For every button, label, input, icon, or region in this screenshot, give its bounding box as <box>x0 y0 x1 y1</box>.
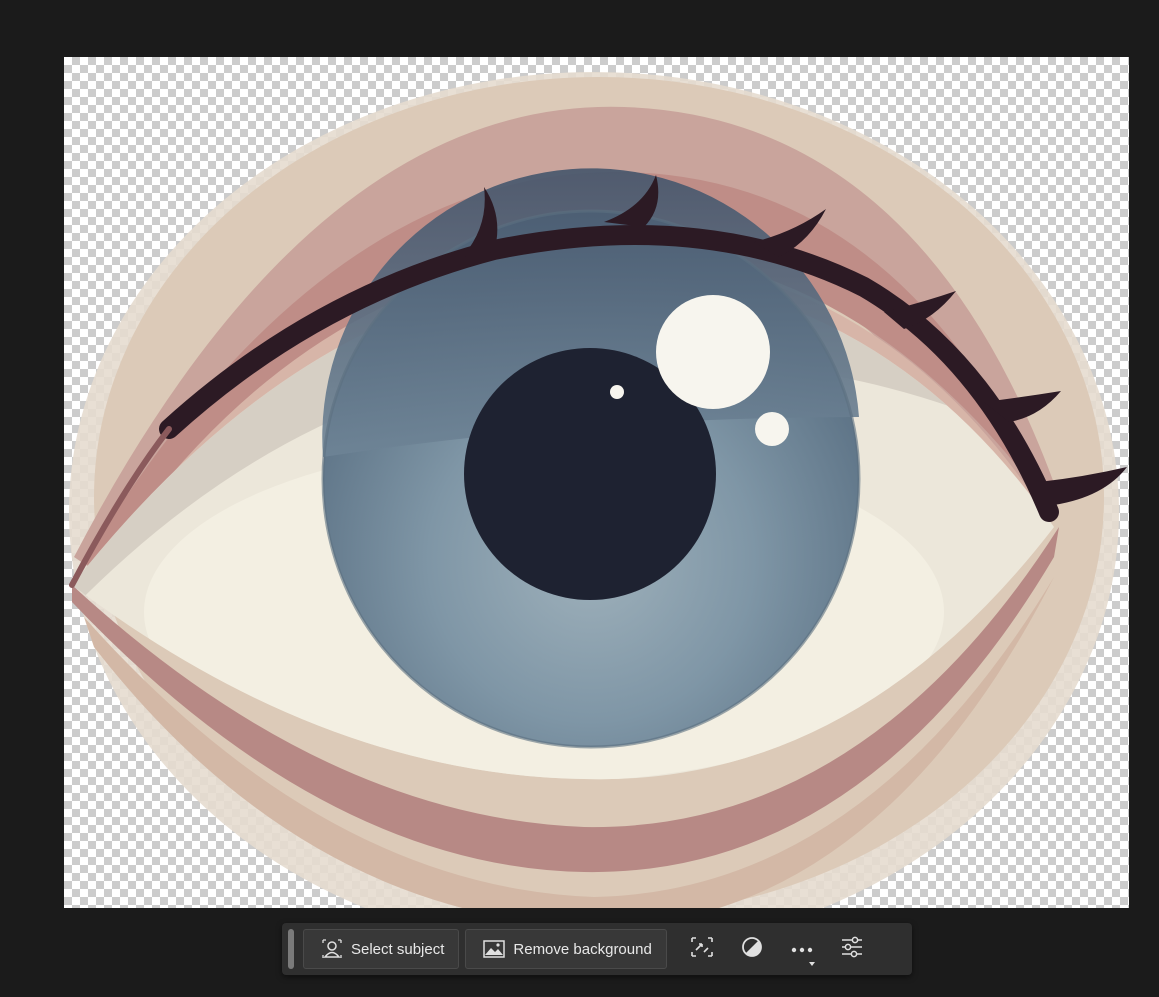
half-circle-adjustment-icon <box>741 936 763 963</box>
select-subject-button[interactable]: Select subject <box>303 929 460 969</box>
adjustment-button[interactable] <box>731 929 773 969</box>
sliders-icon <box>840 936 864 963</box>
chevron-down-icon <box>808 962 815 966</box>
taskbar-settings-button[interactable] <box>831 929 873 969</box>
workspace: Select subject Remove background <box>0 0 1159 997</box>
image-icon <box>483 938 506 960</box>
transform-selection-button[interactable] <box>681 929 723 969</box>
transform-selection-icon <box>690 936 714 963</box>
remove-background-button[interactable]: Remove background <box>465 929 667 969</box>
more-options-button[interactable] <box>781 929 823 969</box>
taskbar-drag-handle[interactable] <box>288 929 294 969</box>
select-subject-icon <box>321 938 343 960</box>
contextual-taskbar: Select subject Remove background <box>282 923 912 975</box>
select-subject-label: Select subject <box>351 940 445 958</box>
remove-background-label: Remove background <box>513 940 652 958</box>
document-canvas[interactable] <box>64 57 1129 908</box>
more-options-icon <box>791 940 813 958</box>
eye-illustration <box>69 72 1127 908</box>
